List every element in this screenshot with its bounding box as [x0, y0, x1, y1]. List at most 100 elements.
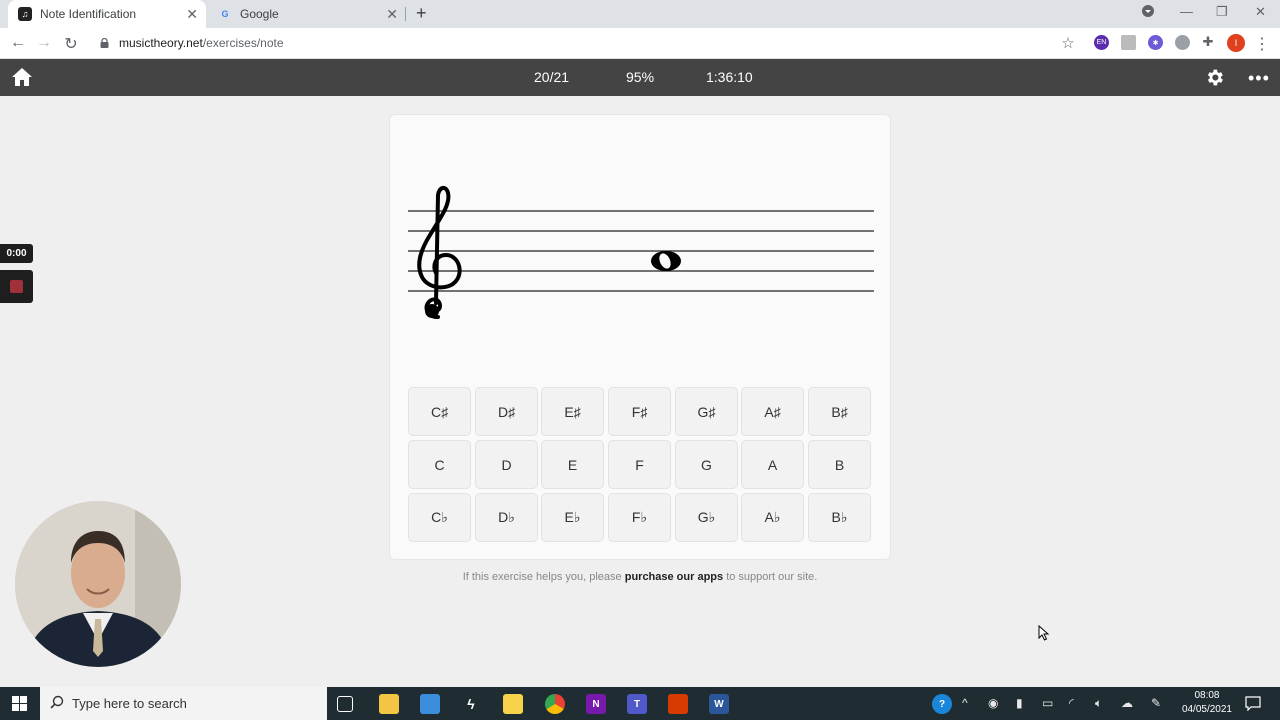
chat-extension-icon[interactable] — [1175, 35, 1190, 50]
note-button-g-sharp[interactable]: G♯ — [675, 387, 738, 436]
document-extension-icon[interactable] — [1121, 35, 1136, 50]
windows-taskbar: Type here to search ϟ N T W ? ^ ◉ ▮ ▭ ◜ … — [0, 687, 1280, 720]
office-icon[interactable] — [668, 694, 688, 714]
url-path: /exercises/note — [202, 36, 284, 50]
google-favicon-icon: G — [221, 9, 229, 19]
reload-icon[interactable]: ↻ — [61, 34, 81, 54]
pen-icon[interactable]: ✎ — [1151, 696, 1161, 710]
note-button-a[interactable]: A — [741, 440, 804, 489]
word-icon[interactable]: W — [709, 694, 729, 714]
tab-note-identification[interactable]: ♫ Note Identification ✕ — [8, 0, 206, 28]
musictheory-favicon-icon: ♫ — [18, 7, 32, 21]
note-button-b-sharp[interactable]: B♯ — [808, 387, 871, 436]
restore-window-button[interactable]: ❐ — [1216, 4, 1228, 20]
microphone-icon[interactable]: ▮ — [1016, 696, 1023, 710]
forward-arrow-icon[interactable]: → — [34, 34, 54, 52]
note-button-a-sharp[interactable]: A♯ — [741, 387, 804, 436]
purchase-apps-link[interactable]: purchase our apps — [625, 571, 723, 583]
browser-toolbar: ← → ↻ musictheory.net/exercises/note ☆ E… — [0, 28, 1280, 59]
clock-date: 04/05/2021 — [1181, 704, 1232, 715]
tab-google[interactable]: G Google ✕ — [208, 0, 406, 28]
browser-menu-icon[interactable]: ⋮ — [1252, 34, 1272, 54]
close-window-button[interactable]: ✕ — [1255, 4, 1266, 20]
sticky-notes-icon[interactable] — [503, 694, 523, 714]
search-placeholder: Type here to search — [72, 696, 187, 711]
note-button-e-flat[interactable]: E♭ — [541, 493, 604, 542]
address-bar[interactable]: musictheory.net/exercises/note — [90, 30, 1082, 56]
settings-gear-icon[interactable] — [1204, 67, 1225, 93]
show-hidden-icons-icon[interactable]: ^ — [962, 696, 968, 710]
note-button-f-sharp[interactable]: F♯ — [608, 387, 671, 436]
note-button-e[interactable]: E — [541, 440, 604, 489]
gear-extension-icon[interactable]: ✱ — [1148, 35, 1163, 50]
webcam-bubble[interactable] — [15, 501, 181, 667]
volume-icon[interactable]: 🔈︎ — [1095, 696, 1102, 711]
bookmark-star-icon[interactable]: ☆ — [1058, 34, 1078, 52]
note-button-f-flat[interactable]: F♭ — [608, 493, 671, 542]
system-clock[interactable]: 08:08 04/05/2021 — [1182, 689, 1232, 717]
note-button-c-sharp[interactable]: C♯ — [408, 387, 471, 436]
staff-lines — [408, 210, 874, 292]
onedrive-cloud-icon[interactable]: ☁ — [1121, 696, 1133, 710]
new-tab-button[interactable]: + — [416, 3, 427, 24]
note-button-d[interactable]: D — [475, 440, 538, 489]
back-arrow-icon[interactable]: ← — [8, 34, 28, 52]
exercise-header: 20/21 95% 1:36:10 ••• — [0, 59, 1280, 96]
lightning-app-icon[interactable]: ϟ — [461, 694, 481, 714]
lock-icon — [100, 38, 109, 48]
whole-note — [651, 251, 681, 271]
task-view-icon[interactable] — [337, 696, 353, 712]
chrome-icon[interactable] — [545, 694, 565, 714]
more-options-icon[interactable]: ••• — [1248, 68, 1270, 89]
notifications-icon[interactable] — [1245, 695, 1261, 716]
note-button-b[interactable]: B — [808, 440, 871, 489]
clock-time: 08:08 — [1194, 690, 1220, 701]
url-host: musictheory.net — [119, 36, 203, 50]
support-message-suffix: to support our site. — [723, 571, 818, 583]
help-icon[interactable]: ? — [932, 694, 952, 714]
note-button-d-sharp[interactable]: D♯ — [475, 387, 538, 436]
tab-title: Note Identification — [40, 7, 137, 21]
recording-timer: 0:00 — [0, 244, 33, 263]
note-button-g[interactable]: G — [675, 440, 738, 489]
exercise-card: C♯ D♯ E♯ F♯ G♯ A♯ B♯ C D E F G A B C♭ D♭… — [389, 114, 891, 560]
music-staff — [408, 186, 874, 319]
file-explorer-icon[interactable] — [379, 694, 399, 714]
browser-tabstrip: ♫ Note Identification ✕ G Google ✕ + — ❐… — [0, 0, 1280, 28]
record-indicator-icon[interactable]: ◉ — [988, 696, 998, 710]
stop-icon — [10, 280, 23, 293]
teams-icon[interactable]: T — [627, 694, 647, 714]
elapsed-time: 1:36:10 — [706, 69, 753, 85]
support-message: If this exercise helps you, please purch… — [0, 571, 1280, 583]
close-tab-icon[interactable]: ✕ — [186, 6, 198, 23]
home-icon[interactable] — [11, 67, 33, 92]
network-icon[interactable]: ◜ — [1069, 696, 1074, 710]
profile-dropdown-icon[interactable] — [1141, 4, 1155, 21]
minimize-window-button[interactable]: — — [1180, 4, 1193, 19]
close-tab-icon[interactable]: ✕ — [386, 6, 398, 23]
support-message-prefix: If this exercise helps you, please — [462, 571, 625, 583]
language-extension-icon[interactable]: EN — [1094, 35, 1109, 50]
note-button-f[interactable]: F — [608, 440, 671, 489]
onenote-icon[interactable]: N — [586, 694, 606, 714]
note-button-b-flat[interactable]: B♭ — [808, 493, 871, 542]
stop-recording-button[interactable] — [0, 270, 33, 303]
windows-start-icon[interactable] — [12, 696, 27, 716]
tab-title: Google — [240, 7, 279, 21]
note-button-e-sharp[interactable]: E♯ — [541, 387, 604, 436]
note-button-a-flat[interactable]: A♭ — [741, 493, 804, 542]
presenter-video — [15, 501, 181, 667]
extensions-puzzle-icon[interactable]: ✚ — [1198, 34, 1218, 50]
treble-clef-icon — [417, 186, 462, 319]
profile-avatar[interactable]: I — [1227, 34, 1245, 52]
question-progress: 20/21 — [534, 69, 570, 85]
tab-divider — [405, 7, 406, 21]
note-button-c-flat[interactable]: C♭ — [408, 493, 471, 542]
note-button-g-flat[interactable]: G♭ — [675, 493, 738, 542]
taskbar-search-box[interactable]: Type here to search — [40, 687, 327, 720]
note-button-c[interactable]: C — [408, 440, 471, 489]
microsoft-store-icon[interactable] — [420, 694, 440, 714]
battery-icon[interactable]: ▭ — [1042, 696, 1053, 710]
note-button-d-flat[interactable]: D♭ — [475, 493, 538, 542]
search-icon — [50, 695, 64, 712]
